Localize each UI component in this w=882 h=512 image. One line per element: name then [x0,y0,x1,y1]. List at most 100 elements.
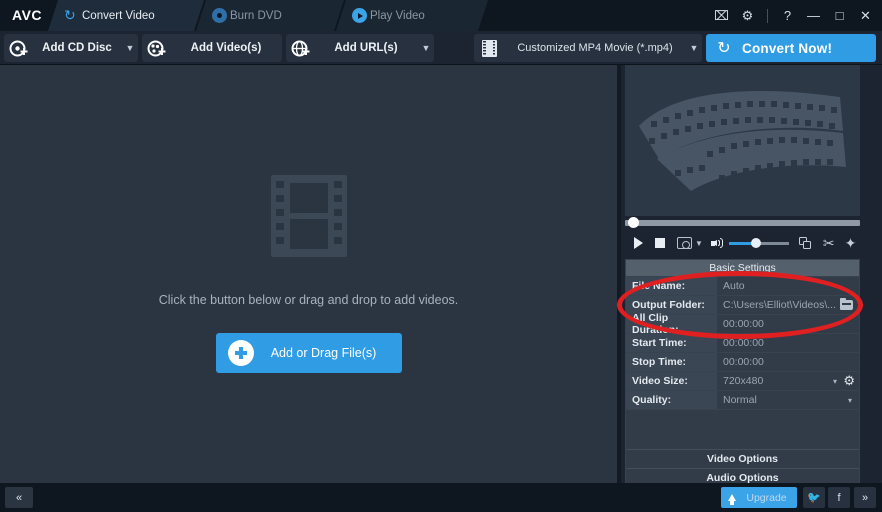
output-folder-path: C:\Users\Elliot\Videos\... [723,299,837,311]
video-options-button[interactable]: Video Options [626,449,859,468]
minimize-icon[interactable]: — [805,7,822,24]
play-icon[interactable] [634,237,643,249]
window-controls: ⌧ ⚙ ? — □ ✕ [713,0,874,31]
video-preview-area[interactable] [625,65,860,216]
tab-burn-dvd-label: Burn DVD [230,9,282,22]
basic-settings-header: Basic Settings [626,260,859,276]
stop-time-value[interactable]: 00:00:00 [717,353,859,371]
film-strip-placeholder-icon [270,175,347,257]
drop-hint-text: Click the button below or drag and drop … [158,293,459,307]
seek-thumb[interactable] [628,217,639,228]
add-videos-button[interactable]: Add Video(s) [142,34,282,62]
tab-play-video[interactable]: Play Video [336,0,488,31]
setting-row-start-time: Start Time: 00:00:00 [626,333,859,352]
output-profile-value: Customized MP4 Movie (*.mp4) [517,42,673,54]
start-time-value[interactable]: 00:00:00 [717,334,859,352]
chevron-down-icon[interactable]: ▾ [848,396,852,405]
stop-icon[interactable] [655,238,665,248]
convert-now-button[interactable]: ↻ Convert Now! [706,34,876,62]
status-bar: « Upgrade 🐦 f » [0,483,882,512]
maximize-icon[interactable]: □ [831,7,848,24]
chevron-down-icon[interactable]: ▼ [418,43,434,53]
add-cd-disc-label: Add CD Disc [42,42,112,54]
add-cd-disc-button[interactable]: Add CD Disc ▼ [4,34,138,62]
twitter-icon[interactable]: 🐦 [803,487,825,508]
setting-row-video-size: Video Size: 720x480 ▾ ⚙ [626,371,859,390]
folder-browse-icon[interactable] [840,297,853,310]
video-plus-icon [142,39,170,58]
add-urls-label: Add URL(s) [334,42,398,54]
setting-label: Video Size: [626,372,717,390]
file-name-value[interactable]: Auto [717,277,859,295]
register-icon[interactable]: ⌧ [713,7,730,24]
upgrade-button[interactable]: Upgrade [721,487,797,508]
next-button[interactable]: » [854,487,876,508]
chevron-down-icon[interactable]: ▾ [833,377,837,386]
basic-settings-panel: Basic Settings File Name: Auto Output Fo… [625,259,860,488]
setting-label: All Clip Duration: [626,312,717,336]
video-size-value[interactable]: 720x480 ▾ ⚙ [717,372,859,390]
seek-track [625,219,860,226]
volume-icon[interactable] [710,237,724,250]
quality-text: Normal [723,394,757,406]
add-videos-label: Add Video(s) [190,42,262,54]
divider [767,8,768,23]
setting-row-stop-time: Stop Time: 00:00:00 [626,352,859,371]
quality-value[interactable]: Normal ▾ [717,391,859,409]
chevron-down-icon[interactable]: ▼ [695,239,703,248]
settings-gear-icon[interactable]: ⚙ [739,7,756,24]
application-window: AVC ↻ Convert Video Burn DVD Play Video … [0,0,882,512]
cut-scissors-icon[interactable]: ✂ [823,236,835,250]
chevron-down-icon[interactable]: ▼ [686,43,702,53]
film-reel-graphic [639,90,846,191]
output-profile-selector[interactable]: Customized MP4 Movie (*.mp4) ▼ [474,34,702,62]
convert-sync-icon: ↻ [717,40,731,57]
tab-play-video-label: Play Video [370,9,425,22]
volume-thumb[interactable] [750,238,761,248]
setting-row-file-name: File Name: Auto [626,276,859,295]
right-panel: ▼ ✂ ✦ Basic Settings File Name: Auto Out… [621,65,882,488]
convert-now-label: Convert Now! [742,40,833,56]
upgrade-label: Upgrade [746,491,787,504]
disc-icon [212,8,227,23]
effects-icon[interactable]: ✦ [845,236,857,250]
tab-burn-dvd[interactable]: Burn DVD [196,0,344,31]
add-or-drag-files-label: Add or Drag File(s) [270,346,377,360]
plus-icon [227,340,254,366]
tab-convert-video[interactable]: ↻ Convert Video [48,0,204,31]
setting-row-all-clip-duration: All Clip Duration: 00:00:00 [626,312,859,336]
setting-label: File Name: [626,277,717,295]
video-size-gear-icon[interactable]: ⚙ [843,374,855,388]
add-or-drag-files-button[interactable]: Add or Drag File(s) [215,333,402,373]
merge-icon[interactable] [798,236,813,250]
video-drop-area[interactable]: Click the button below or drag and drop … [0,65,617,483]
setting-row-quality: Quality: Normal ▾ [626,390,859,409]
tab-convert-video-label: Convert Video [82,9,155,22]
main-toolbar: Add CD Disc ▼ Add Video(s) Add URL(s) ▼ … [0,31,882,65]
setting-label: Quality: [626,391,717,409]
play-circle-icon [352,8,367,23]
seek-slider[interactable] [625,216,860,229]
all-clip-duration-value[interactable]: 00:00:00 [717,315,859,333]
globe-plus-icon [286,39,314,58]
media-controls: ▼ ✂ ✦ [625,229,860,257]
app-logo: AVC [12,7,43,23]
snapshot-icon[interactable] [677,237,692,249]
help-icon[interactable]: ? [779,7,796,24]
chevron-down-icon[interactable]: ▼ [122,43,138,53]
title-bar: AVC ↻ Convert Video Burn DVD Play Video … [0,0,882,31]
close-icon[interactable]: ✕ [857,7,874,24]
film-strip-icon [474,34,504,62]
facebook-icon[interactable]: f [828,487,850,508]
up-arrow-icon [728,494,736,505]
settings-spacer [626,409,859,449]
video-size-text: 720x480 [723,375,764,387]
sync-icon: ↻ [64,7,76,23]
add-urls-button[interactable]: Add URL(s) ▼ [286,34,434,62]
output-folder-value[interactable]: C:\Users\Elliot\Videos\... [717,296,859,314]
volume-slider[interactable] [728,237,789,249]
collapse-panel-button[interactable]: « [5,487,33,508]
setting-label: Stop Time: [626,353,717,371]
setting-label: Start Time: [626,334,717,352]
cd-disc-plus-icon [4,39,32,58]
